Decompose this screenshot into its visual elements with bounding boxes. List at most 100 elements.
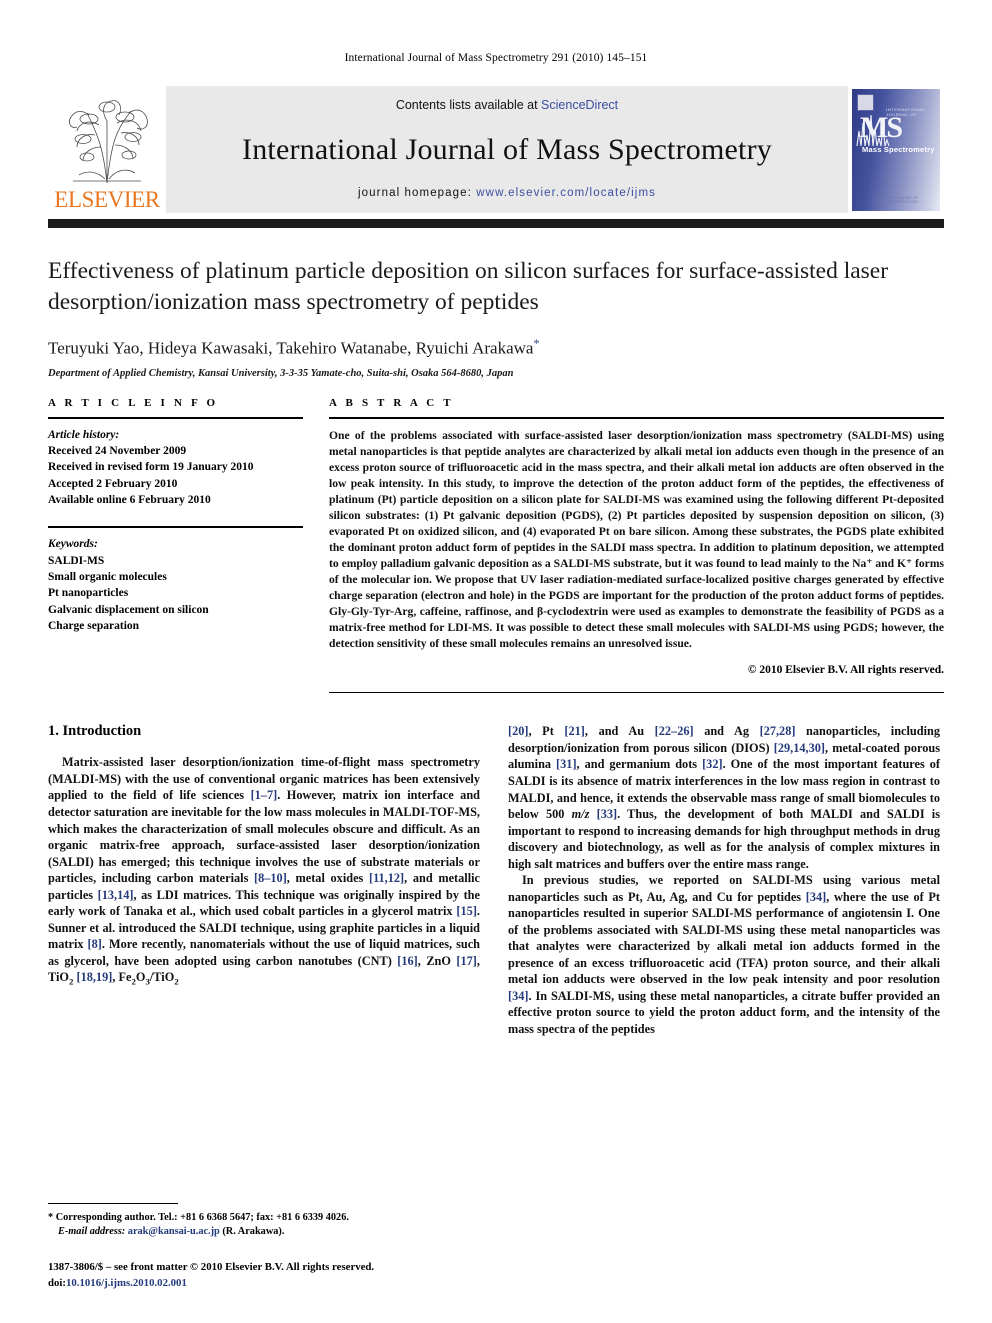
keyword-item: Small organic molecules: [48, 571, 167, 584]
citation-link[interactable]: [15]: [456, 904, 477, 918]
citation-link[interactable]: [34]: [806, 890, 827, 904]
citation-link[interactable]: [31]: [556, 757, 577, 771]
text-run: . In SALDI-MS, using these metal nanopar…: [508, 988, 940, 1036]
cover-bottom-note: AVAILABLE ONLINE AT SCIENCEDIRECT.COM: [873, 195, 919, 204]
journal-masthead: ELSEVIER Contents lists available at Sci…: [48, 86, 944, 213]
title-block: Effectiveness of platinum particle depos…: [48, 256, 944, 379]
history-item: Received in revised form 19 January 2010: [48, 461, 254, 474]
homepage-prefix: journal homepage:: [358, 187, 477, 199]
issn-line: 1387-3806/$ – see front matter © 2010 El…: [48, 1261, 375, 1274]
abstract-label: A B S T R A C T: [329, 396, 454, 409]
citation-link[interactable]: [17]: [456, 954, 477, 968]
masthead-divider-bar: [48, 219, 944, 228]
abstract-rule: [329, 416, 944, 419]
article-history-block: Article history: Received 24 November 20…: [48, 427, 303, 509]
keywords-label: Keywords:: [48, 538, 98, 551]
citation-link[interactable]: [21]: [564, 724, 585, 738]
citation-link[interactable]: [29,14,30]: [774, 741, 825, 755]
issn-copyright-block: 1387-3806/$ – see front matter © 2010 El…: [48, 1260, 480, 1291]
body-right-column: [20], Pt [21], and Au [22–26] and Ag [27…: [508, 723, 940, 1037]
keyword-item: SALDI-MS: [48, 554, 105, 567]
affiliation: Department of Applied Chemistry, Kansai …: [48, 367, 514, 379]
elsevier-tree-icon: [69, 100, 148, 184]
keyword-item: Galvanic displacement on silicon: [48, 603, 209, 616]
email-label: E-mail address:: [58, 1226, 126, 1238]
contents-prefix: Contents lists available at: [395, 98, 542, 112]
citation-link[interactable]: [27,28]: [760, 724, 796, 738]
footer-divider: [48, 1202, 178, 1204]
cover-badge-icon: [857, 93, 874, 111]
journal-cover-thumbnail: INTERNATIONAL JOURNAL OF MS Mass Spectro…: [848, 86, 944, 213]
text-run: and Ag: [693, 724, 760, 739]
corresponding-author-marker: *: [533, 336, 540, 351]
text-run: /TiO: [149, 970, 175, 985]
keywords-rule: [48, 526, 303, 529]
authors-text: Teruyuki Yao, Hideya Kawasaki, Takehiro …: [48, 338, 534, 358]
text-run-italic: m/z: [571, 807, 590, 822]
citation-link[interactable]: [1–7]: [251, 788, 278, 802]
abstract-text: One of the problems associated with surf…: [329, 428, 944, 651]
corresponding-author-note: * Corresponding author. Tel.: +81 6 6368…: [48, 1211, 480, 1241]
citation-link[interactable]: [8]: [88, 937, 102, 951]
elsevier-logo: ELSEVIER: [48, 86, 166, 213]
citation-link[interactable]: [32]: [702, 757, 723, 771]
citation-link[interactable]: [18,19]: [76, 970, 112, 984]
article-history-label: Article history:: [48, 428, 120, 441]
article-info-column: A R T I C L E I N F O Article history: R…: [48, 397, 303, 694]
elsevier-wordmark: ELSEVIER: [54, 187, 160, 212]
text-run: [589, 807, 596, 821]
text-run: , Fe: [112, 970, 132, 985]
sciencedirect-link[interactable]: ScienceDirect: [541, 98, 618, 112]
paragraph: [20], Pt [21], and Au [22–26] and Ag [27…: [508, 723, 940, 872]
abstract-bottom-rule: [329, 692, 944, 694]
citation-link[interactable]: [13,14]: [98, 888, 134, 902]
section-heading-introduction: 1. Introduction: [48, 723, 142, 740]
journal-title: International Journal of Mass Spectromet…: [242, 132, 772, 166]
keyword-item: Pt nanoparticles: [48, 587, 129, 600]
journal-homepage-line: journal homepage: www.elsevier.com/locat…: [358, 187, 656, 199]
cover-image: INTERNATIONAL JOURNAL OF MS Mass Spectro…: [852, 88, 940, 211]
history-item: Accepted 2 February 2010: [48, 477, 178, 490]
article-body: 1. Introduction Matrix-assisted laser de…: [48, 723, 944, 1037]
cover-ms-label: Mass Spectrometry: [862, 144, 935, 154]
email-line: E-mail address: arak@kansai-u.ac.jp (R. …: [48, 1225, 480, 1240]
paragraph: Matrix-assisted laser desorption/ionizat…: [48, 754, 480, 988]
subscript: 2: [174, 976, 179, 987]
text-run: , ZnO: [417, 953, 457, 968]
email-suffix: (R. Arakawa).: [219, 1226, 285, 1238]
abstract-column: A B S T R A C T One of the problems asso…: [329, 397, 944, 694]
citation-link[interactable]: [20]: [508, 724, 529, 738]
email-link[interactable]: arak@kansai-u.ac.jp: [128, 1226, 220, 1237]
doi-link[interactable]: 10.1016/j.ijms.2010.02.001: [66, 1277, 187, 1289]
running-head: International Journal of Mass Spectromet…: [344, 52, 648, 64]
keywords-block: Keywords: SALDI-MS Small organic molecul…: [48, 536, 303, 634]
text-run: , and Au: [584, 724, 655, 739]
cover-ms-logo: MS: [860, 110, 903, 144]
page-footer: * Corresponding author. Tel.: +81 6 6368…: [48, 1202, 480, 1292]
abstract-copyright: © 2010 Elsevier B.V. All rights reserved…: [747, 664, 944, 677]
body-left-column: 1. Introduction Matrix-assisted laser de…: [48, 723, 480, 1037]
citation-link[interactable]: [33]: [597, 807, 618, 821]
page-title: Effectiveness of platinum particle depos…: [48, 258, 889, 315]
contents-lists-line: Contents lists available at ScienceDirec…: [396, 98, 618, 112]
homepage-url-link[interactable]: www.elsevier.com/locate/ijms: [476, 187, 656, 199]
citation-link[interactable]: [16]: [397, 954, 418, 968]
text-run: , and germanium dots: [576, 757, 703, 772]
doi-line: doi:10.1016/j.ijms.2010.02.001: [48, 1276, 480, 1291]
text-run: , metal oxides: [286, 871, 369, 886]
author-list: Teruyuki Yao, Hideya Kawasaki, Takehiro …: [48, 336, 944, 359]
paragraph: In previous studies, we reported on SALD…: [508, 872, 940, 1037]
info-abstract-section: A R T I C L E I N F O Article history: R…: [48, 397, 944, 694]
keyword-item: Charge separation: [48, 620, 140, 633]
doi-label: doi:: [48, 1276, 66, 1289]
text-run: , Pt: [528, 724, 565, 739]
citation-link[interactable]: [11,12]: [369, 871, 404, 885]
citation-link[interactable]: [8–10]: [254, 871, 287, 885]
citation-link[interactable]: [22–26]: [655, 724, 694, 738]
history-item: Available online 6 February 2010: [48, 494, 211, 507]
text-run: , where the use of Pt nanoparticles resu…: [508, 889, 940, 987]
citation-link[interactable]: [34]: [508, 989, 529, 1003]
corresponding-author-line: * Corresponding author. Tel.: +81 6 6368…: [48, 1211, 349, 1223]
article-info-label: A R T I C L E I N F O: [48, 396, 219, 409]
